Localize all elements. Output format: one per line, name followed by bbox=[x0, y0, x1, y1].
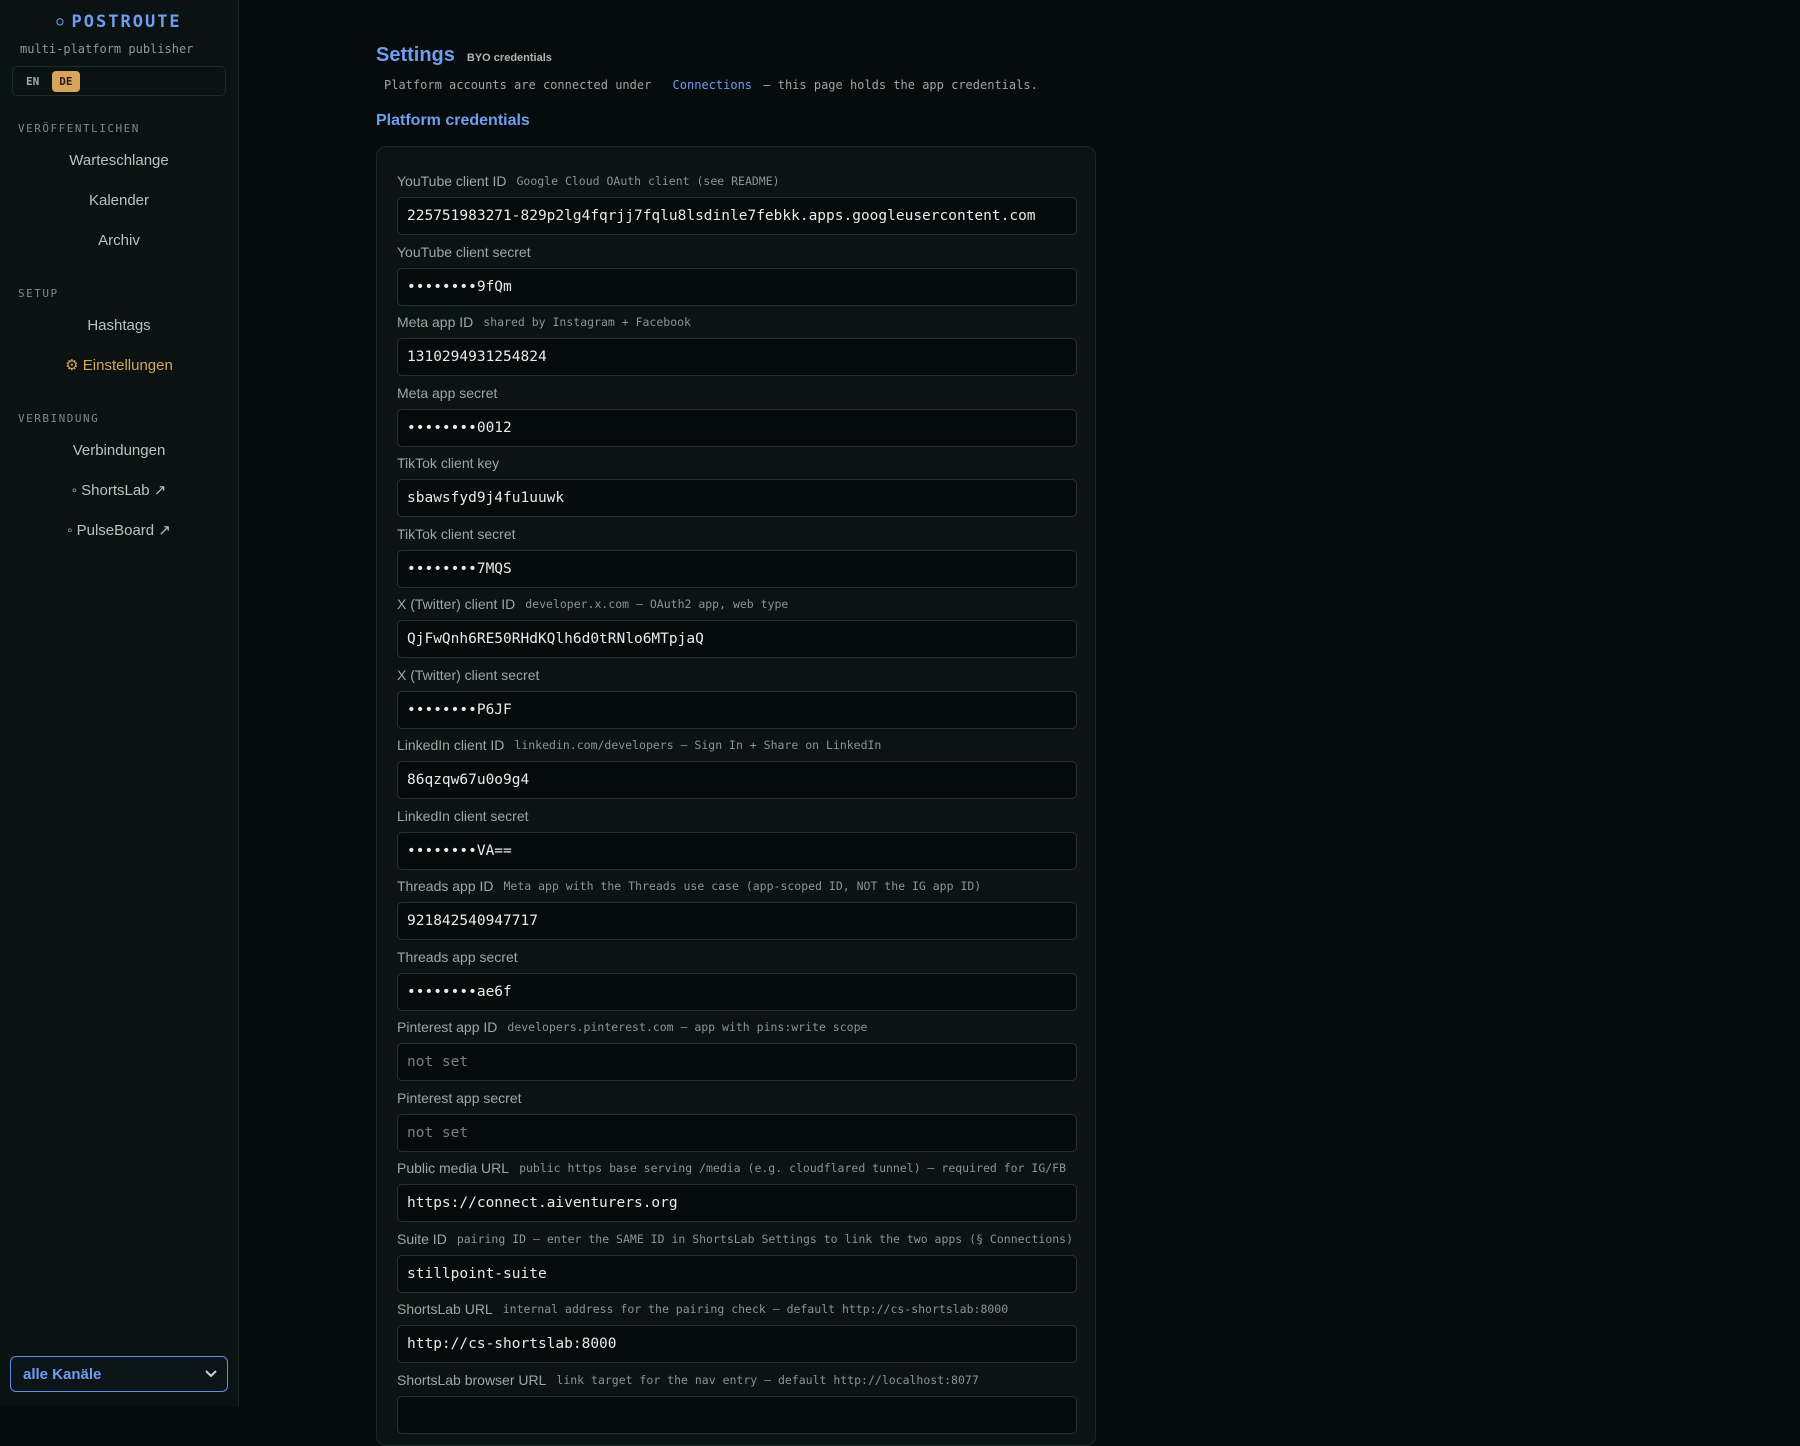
credential-field: TikTok client key sbawsfyd9j4fu1uuwk bbox=[397, 447, 1077, 518]
nav-item-einstellungen[interactable]: ⚙ Einstellungen bbox=[0, 346, 238, 386]
field-label: YouTube client secret bbox=[397, 243, 531, 260]
credential-input[interactable]: sbawsfyd9j4fu1uuwk bbox=[397, 479, 1077, 517]
subtitle-text: Platform accounts are connected under bbox=[384, 78, 652, 92]
subtitle-text-after: — this page holds the app credentials. bbox=[763, 78, 1038, 92]
nav-section-title: VERÖFFENTLICHEN bbox=[18, 122, 140, 135]
credential-input[interactable]: 225751983271-829p2lg4fqrjj7fqlu8lsdinle7… bbox=[397, 197, 1077, 235]
credential-input[interactable]: QjFwQnh6RE50RHdKQlh6d0tRNlo6MTpjaQ bbox=[397, 620, 1077, 658]
credential-field: X (Twitter) client ID developer.x.com — O… bbox=[397, 588, 1077, 659]
lang-de-button[interactable]: DE bbox=[52, 70, 80, 92]
credential-input[interactable]: https://connect.aiventurers.org bbox=[397, 1184, 1077, 1222]
field-label: Public media URL bbox=[397, 1160, 510, 1176]
credential-field: Threads app ID Meta app with the Threads … bbox=[397, 870, 1077, 941]
credential-input[interactable]: ••••••••7MQS bbox=[397, 549, 1077, 588]
brand-logo[interactable]: ○ POSTROUTE bbox=[0, 12, 238, 32]
field-label: ShortsLab URL bbox=[397, 1301, 493, 1317]
field-hint: Google Cloud OAuth client (see README) bbox=[516, 174, 780, 188]
credential-field: Threads app secret ••••••••ae6f bbox=[397, 941, 1077, 1012]
credential-input[interactable]: 1310294931254824 bbox=[397, 338, 1077, 376]
credential-input[interactable] bbox=[397, 1395, 1077, 1434]
credential-input[interactable]: not set bbox=[397, 1113, 1077, 1152]
channel-select-value: alle Kanäle bbox=[23, 1365, 102, 1383]
credential-field: Pinterest app secret not set bbox=[397, 1082, 1077, 1153]
credential-field: ShortsLab browser URL link target for the… bbox=[397, 1364, 1077, 1435]
credential-input[interactable]: 86qzqw67u0o9g4 bbox=[397, 761, 1077, 799]
chevron-down-icon bbox=[205, 1370, 217, 1378]
credential-field: TikTok client secret ••••••••7MQS bbox=[397, 518, 1077, 589]
field-label: X (Twitter) client secret bbox=[397, 666, 540, 683]
nav-item-shortslab[interactable]: ◦ ShortsLab ↗ bbox=[0, 471, 238, 511]
field-label: Pinterest app ID bbox=[397, 1019, 498, 1035]
field-label: Pinterest app secret bbox=[397, 1089, 522, 1106]
field-hint: link target for the nav entry — default … bbox=[556, 1372, 979, 1387]
page-title: Settings bbox=[376, 44, 455, 66]
credential-field: Meta app secret ••••••••0012 bbox=[397, 377, 1077, 448]
credential-field: LinkedIn client ID linkedin.com/developer… bbox=[397, 729, 1077, 800]
nav-item-hashtags[interactable]: Hashtags bbox=[0, 306, 238, 346]
credential-input[interactable]: ••••••••9fQm bbox=[397, 267, 1077, 306]
brand-dot-icon: ○ bbox=[56, 14, 66, 28]
lang-en-button[interactable]: EN bbox=[19, 71, 46, 92]
field-label: Meta app secret bbox=[397, 384, 498, 401]
field-label: LinkedIn client secret bbox=[397, 807, 529, 824]
field-hint: public https base serving /media (e.g. c… bbox=[519, 1161, 1067, 1175]
credential-input[interactable]: ••••••••P6JF bbox=[397, 690, 1077, 729]
credential-field: Public media URL public https base servin… bbox=[397, 1152, 1077, 1223]
field-hint: Meta app with the Threads use case (app-… bbox=[503, 879, 982, 893]
field-hint: internal address for the pairing check —… bbox=[502, 1302, 1009, 1316]
brand-name: POSTROUTE bbox=[71, 12, 182, 32]
nav-section-title: SETUP bbox=[18, 287, 59, 300]
credentials-card: YouTube client ID Google Cloud OAuth clie… bbox=[376, 146, 1096, 1446]
connections-link[interactable]: Connections bbox=[673, 78, 752, 92]
field-hint: shared by Instagram + Facebook bbox=[483, 315, 691, 329]
page-subtitle: Platform accounts are connected under Co… bbox=[384, 78, 1096, 92]
credential-input[interactable]: stillpoint-suite bbox=[397, 1254, 1077, 1293]
nav-item-pulseboard[interactable]: ◦ PulseBoard ↗ bbox=[0, 511, 238, 551]
field-label: X (Twitter) client ID bbox=[397, 596, 516, 612]
nav-item-archiv[interactable]: Archiv bbox=[0, 221, 238, 261]
settings-main: Settings BYO credentials Platform accoun… bbox=[376, 0, 1096, 1446]
credential-field: ShortsLab URL internal address for the pa… bbox=[397, 1293, 1077, 1364]
credential-input[interactable]: ••••••••0012 bbox=[397, 408, 1077, 447]
byo-badge: BYO credentials bbox=[466, 52, 552, 64]
field-hint: linkedin.com/developers — Sign In + Shar… bbox=[514, 738, 882, 752]
field-hint: developers.pinterest.com — app with pins… bbox=[507, 1020, 868, 1034]
field-label: ShortsLab browser URL bbox=[397, 1371, 547, 1388]
nav-item-warteschlange[interactable]: Warteschlange bbox=[0, 141, 238, 181]
credential-field: Meta app ID shared by Instagram + Faceboo… bbox=[397, 306, 1077, 377]
field-label: TikTok client secret bbox=[397, 525, 516, 542]
field-label: Suite ID bbox=[397, 1230, 447, 1247]
sidebar: ○ POSTROUTE multi-platform publisher EN D… bbox=[0, 0, 239, 1406]
credential-input[interactable]: not set bbox=[397, 1043, 1077, 1081]
field-label: LinkedIn client ID bbox=[397, 737, 505, 753]
field-label: Threads app secret bbox=[397, 948, 518, 965]
field-label: Threads app ID bbox=[397, 878, 494, 894]
credential-field: LinkedIn client secret ••••••••VA== bbox=[397, 800, 1077, 871]
field-hint: developer.x.com — OAuth2 app, web type bbox=[525, 597, 789, 611]
credential-input[interactable]: ••••••••VA== bbox=[397, 831, 1077, 870]
channel-select[interactable]: alle Kanäle bbox=[10, 1356, 228, 1392]
credential-field: YouTube client secret ••••••••9fQm bbox=[397, 236, 1077, 307]
language-switcher: EN DE bbox=[12, 66, 226, 96]
credential-field: Suite ID pairing ID — enter the SAME ID i… bbox=[397, 1223, 1077, 1294]
credential-input[interactable]: ••••••••ae6f bbox=[397, 972, 1077, 1011]
nav-section-title: VERBINDUNG bbox=[18, 412, 100, 425]
field-hint: pairing ID — enter the SAME ID in Shorts… bbox=[456, 1231, 1074, 1246]
credential-field: X (Twitter) client secret ••••••••P6JF bbox=[397, 659, 1077, 730]
credential-field: YouTube client ID Google Cloud OAuth clie… bbox=[397, 165, 1077, 236]
field-label: Meta app ID bbox=[397, 314, 474, 330]
field-label: TikTok client key bbox=[397, 455, 500, 471]
brand-tagline: multi-platform publisher bbox=[20, 42, 194, 56]
credential-input[interactable]: 921842540947717 bbox=[397, 902, 1077, 940]
section-title: Platform credentials bbox=[376, 112, 530, 129]
credential-field: Pinterest app ID developers.pinterest.com… bbox=[397, 1011, 1077, 1082]
field-label: YouTube client ID bbox=[397, 173, 507, 189]
credential-input[interactable]: http://cs-shortslab:8000 bbox=[397, 1325, 1077, 1363]
nav-item-verbindungen[interactable]: Verbindungen bbox=[0, 431, 238, 471]
nav-item-kalender[interactable]: Kalender bbox=[0, 181, 238, 221]
